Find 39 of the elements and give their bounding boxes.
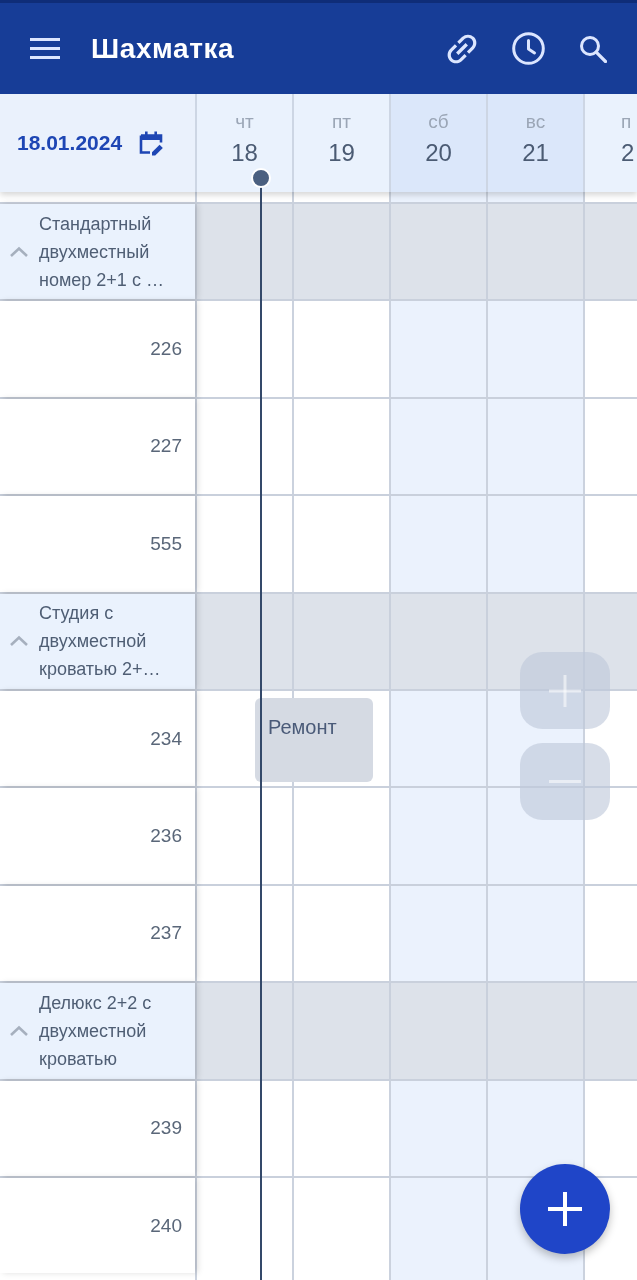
room-number: 239 [150, 1116, 182, 1141]
day-number: 2 [621, 138, 635, 168]
room-type-header[interactable]: Стандартный двухместный номер 2+1 с … [0, 204, 195, 300]
plus-icon [549, 674, 581, 707]
room-number: 237 [150, 921, 182, 946]
clock-icon [512, 32, 545, 65]
room-number: 555 [150, 531, 182, 556]
day-number: 18 [231, 138, 258, 168]
room-number: 227 [150, 434, 182, 459]
room-type-header[interactable]: Студия с двухместной кроватью 2+… [0, 593, 195, 689]
room-number: 240 [150, 1213, 182, 1238]
room-number: 234 [150, 726, 182, 751]
plus-icon [548, 1192, 582, 1226]
maintenance-block[interactable]: Ремонт [255, 697, 373, 782]
weekday-label: сб [428, 110, 449, 134]
search-icon [579, 34, 607, 63]
app-title: Шахматка [91, 31, 235, 66]
search-button[interactable] [579, 34, 607, 63]
room-number: 226 [150, 337, 182, 362]
link-icon [446, 32, 478, 65]
weekday-label: чт [235, 110, 254, 134]
weekday-label: пт [332, 110, 351, 134]
room-number: 236 [150, 824, 182, 849]
add-button[interactable] [520, 1164, 610, 1254]
menu-icon [30, 38, 60, 59]
day-number: 21 [522, 138, 549, 168]
room-type-name: Стандартный двухместный номер 2+1 с … [39, 212, 165, 292]
link-button[interactable] [446, 32, 478, 65]
calendar-edit-icon [138, 130, 165, 156]
weekday-label: вс [525, 110, 546, 134]
day-number: 19 [328, 138, 355, 168]
room-type-name: Делюкс 2+2 с двухместной кроватью [39, 991, 153, 1071]
weekday-label: п [621, 110, 632, 134]
room-type-name: Студия с двухместной кроватью 2+… [39, 602, 162, 682]
room-type-header[interactable]: Делюкс 2+2 с двухместной кроватью [0, 983, 195, 1079]
day-number: 20 [425, 138, 452, 168]
menu-button[interactable] [30, 38, 60, 59]
history-button[interactable] [512, 32, 545, 65]
date-picker-button[interactable]: 18.01.2024 [0, 130, 165, 156]
